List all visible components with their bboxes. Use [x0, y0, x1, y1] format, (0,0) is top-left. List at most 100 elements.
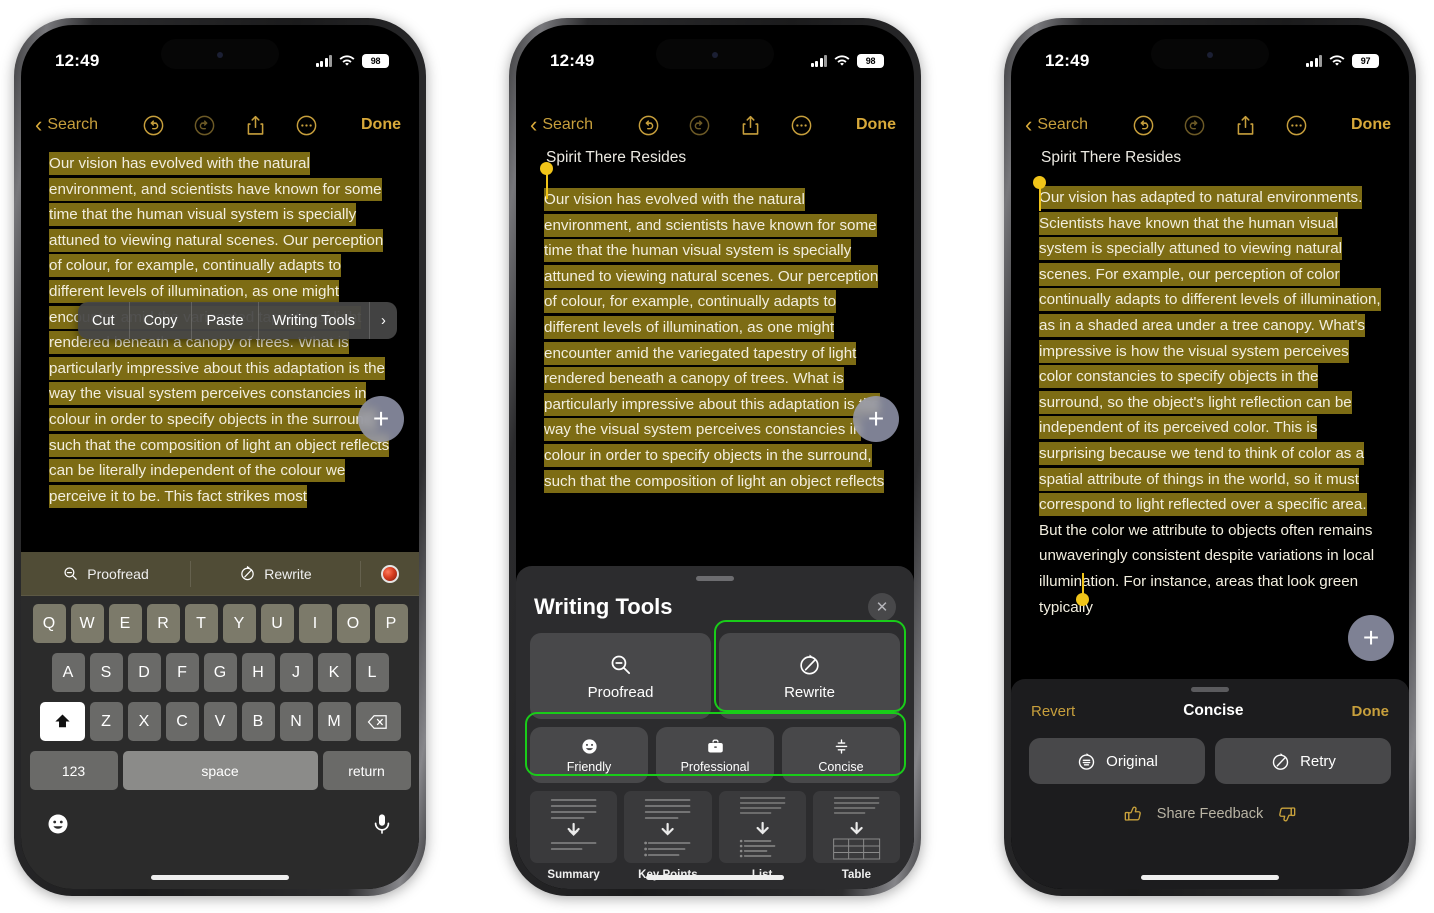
key-r[interactable]: R	[146, 604, 180, 643]
undo-icon[interactable]	[142, 114, 165, 137]
writing-tools-tone-row: Friendly Professional Concise	[530, 727, 900, 783]
more-icon[interactable]	[295, 114, 318, 137]
apple-intelligence-suggestion[interactable]	[361, 561, 419, 587]
format-table-label: Table	[841, 869, 871, 881]
key-y[interactable]: Y	[222, 604, 256, 643]
format-keypoints-button[interactable]: Key Points	[624, 791, 712, 881]
original-button[interactable]: Original	[1029, 738, 1205, 784]
share-icon[interactable]	[1234, 114, 1257, 137]
key-s[interactable]: S	[89, 653, 123, 692]
done-button[interactable]: Done	[856, 116, 896, 134]
format-list-button[interactable]: List	[718, 791, 806, 881]
key-w[interactable]: W	[70, 604, 104, 643]
context-menu-copy[interactable]: Copy	[130, 302, 193, 339]
context-menu-writing-tools[interactable]: Writing Tools	[259, 302, 370, 339]
key-n[interactable]: N	[279, 702, 313, 741]
feedback-row: Share Feedback	[1029, 804, 1391, 824]
rewrite-button[interactable]: Rewrite	[719, 633, 900, 719]
proofread-button[interactable]: Proofread	[530, 633, 711, 719]
sheet-grabber[interactable]	[1191, 687, 1229, 692]
key-l[interactable]: L	[355, 653, 389, 692]
rewrite-label: Rewrite	[264, 565, 312, 582]
delete-key[interactable]	[355, 702, 401, 741]
key-v[interactable]: V	[203, 702, 237, 741]
chevron-left-icon: ‹	[1025, 112, 1033, 137]
key-p[interactable]: P	[374, 604, 408, 643]
key-e[interactable]: E	[108, 604, 142, 643]
share-icon[interactable]	[244, 114, 267, 137]
key-z[interactable]: Z	[89, 702, 123, 741]
close-icon[interactable]: ✕	[868, 593, 896, 621]
key-f[interactable]: F	[165, 653, 199, 692]
return-key[interactable]: return	[322, 751, 411, 790]
key-i[interactable]: I	[298, 604, 332, 643]
key-d[interactable]: D	[127, 653, 161, 692]
rewrite-suggestion[interactable]: Rewrite	[191, 560, 361, 587]
context-menu-next-chevron-icon[interactable]: ›	[370, 302, 397, 339]
retry-button[interactable]: Retry	[1215, 738, 1391, 784]
add-attachment-fab[interactable]: +	[1348, 615, 1394, 661]
redo-icon[interactable]	[193, 114, 216, 137]
text-context-menu[interactable]: Cut Copy Paste Writing Tools ›	[78, 302, 397, 339]
tone-friendly-button[interactable]: Friendly	[530, 727, 648, 783]
microphone-icon[interactable]	[370, 812, 394, 836]
shift-key[interactable]	[39, 702, 85, 741]
key-a[interactable]: A	[51, 653, 85, 692]
key-c[interactable]: C	[165, 702, 199, 741]
done-button[interactable]: Done	[1351, 116, 1391, 134]
rewrite-result-sheet[interactable]: Revert Concise Done Original Retry Share…	[1011, 679, 1409, 889]
context-menu-paste[interactable]: Paste	[192, 302, 259, 339]
more-icon[interactable]	[790, 114, 813, 137]
emoji-icon[interactable]	[46, 812, 70, 836]
more-icon[interactable]	[1285, 114, 1308, 137]
key-t[interactable]: T	[184, 604, 218, 643]
format-table-button[interactable]: Table	[812, 791, 900, 881]
add-attachment-fab[interactable]: +	[853, 396, 899, 442]
phone-3-screen: 12:49 97 ‹ Search Done Spirit There Resi…	[1011, 25, 1409, 889]
proofread-icon	[62, 565, 79, 582]
redo-icon[interactable]	[1183, 114, 1206, 137]
proofread-suggestion[interactable]: Proofread	[21, 560, 191, 587]
space-key[interactable]: space	[122, 751, 318, 790]
back-label: Search	[47, 116, 99, 133]
keypoints-thumb-icon	[624, 791, 712, 863]
note-paragraph: Our vision has evolved with the natural …	[544, 187, 898, 494]
key-m[interactable]: M	[317, 702, 351, 741]
writing-tools-suggestion-bar[interactable]: Proofread Rewrite	[21, 552, 419, 596]
key-u[interactable]: U	[260, 604, 294, 643]
concise-icon	[832, 737, 851, 756]
back-to-search-button[interactable]: ‹ Search	[35, 114, 98, 136]
thumbs-down-icon[interactable]	[1277, 804, 1297, 824]
status-clock: 12:49	[1045, 51, 1090, 70]
redo-icon[interactable]	[688, 114, 711, 137]
key-o[interactable]: O	[336, 604, 370, 643]
undo-icon[interactable]	[637, 114, 660, 137]
key-k[interactable]: K	[317, 653, 351, 692]
thumbs-up-icon[interactable]	[1123, 804, 1143, 824]
result-done-button[interactable]: Done	[1352, 703, 1390, 720]
key-g[interactable]: G	[203, 653, 237, 692]
key-j[interactable]: J	[279, 653, 313, 692]
numeric-key[interactable]: 123	[29, 751, 118, 790]
format-summary-button[interactable]: Summary	[530, 791, 618, 881]
on-screen-keyboard[interactable]: Q W E R T Y U I O P A S D F G H J K L Z …	[21, 596, 419, 889]
tone-professional-button[interactable]: Professional	[656, 727, 774, 783]
key-q[interactable]: Q	[32, 604, 66, 643]
add-attachment-fab[interactable]: +	[358, 396, 404, 442]
key-b[interactable]: B	[241, 702, 275, 741]
writing-tools-sheet[interactable]: Writing Tools ✕ Proofread Rewrite Friend…	[516, 566, 914, 889]
selection-end-bar	[1081, 573, 1084, 597]
back-to-search-button[interactable]: ‹ Search	[530, 114, 593, 136]
context-menu-cut[interactable]: Cut	[78, 302, 130, 339]
proofread-icon	[608, 652, 633, 677]
share-icon[interactable]	[739, 114, 762, 137]
sheet-grabber[interactable]	[696, 576, 734, 581]
key-x[interactable]: X	[127, 702, 161, 741]
done-button[interactable]: Done	[361, 116, 401, 134]
key-h[interactable]: H	[241, 653, 275, 692]
nav-tools	[1088, 114, 1351, 137]
revert-button[interactable]: Revert	[1031, 703, 1075, 720]
back-to-search-button[interactable]: ‹ Search	[1025, 114, 1088, 136]
undo-icon[interactable]	[1132, 114, 1155, 137]
tone-concise-button[interactable]: Concise	[782, 727, 900, 783]
